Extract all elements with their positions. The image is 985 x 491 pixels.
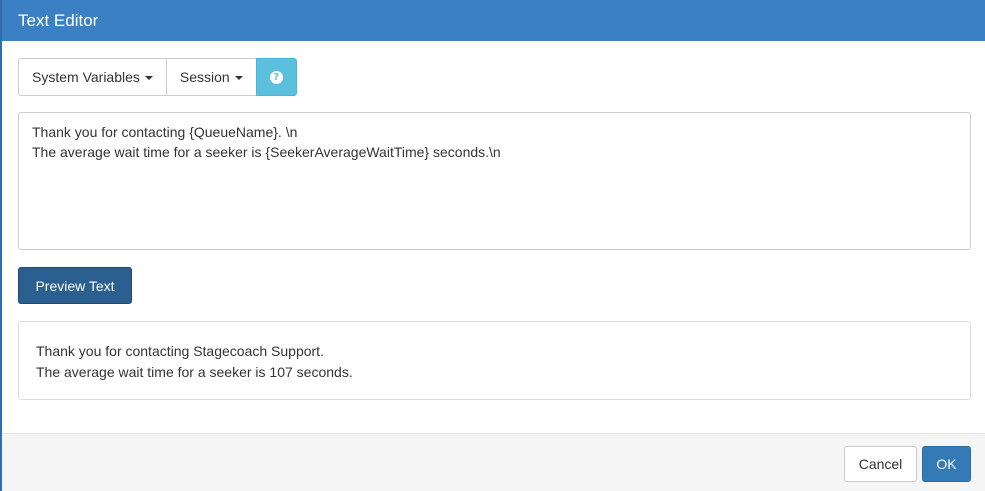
dialog-header: Text Editor xyxy=(2,0,985,41)
caret-down-icon xyxy=(234,76,243,80)
template-text-area[interactable]: Thank you for contacting {QueueName}. \n… xyxy=(18,112,971,250)
ok-button[interactable]: OK xyxy=(922,446,971,482)
dialog-title: Text Editor xyxy=(18,11,99,30)
dialog-footer: Cancel OK xyxy=(2,433,985,491)
session-dropdown[interactable]: Session xyxy=(165,58,257,96)
preview-text-button[interactable]: Preview Text xyxy=(18,267,132,304)
system-variables-label: System Variables xyxy=(32,69,140,85)
preview-output-panel: Thank you for contacting Stagecoach Supp… xyxy=(18,321,971,400)
preview-line-1: Thank you for contacting Stagecoach Supp… xyxy=(36,343,324,359)
variables-toolbar: System Variables Session ? xyxy=(18,58,297,96)
question-circle-icon: ? xyxy=(269,70,283,84)
session-label: Session xyxy=(179,69,230,85)
editor-line-1: Thank you for contacting {QueueName}. \n xyxy=(32,124,298,140)
cancel-button[interactable]: Cancel xyxy=(844,446,917,482)
editor-line-2: The average wait time for a seeker is {S… xyxy=(32,144,501,160)
caret-down-icon xyxy=(144,76,153,80)
help-button[interactable]: ? xyxy=(255,58,297,96)
text-editor-dialog: Text Editor System Variables Session ? T… xyxy=(0,0,985,491)
cancel-label: Cancel xyxy=(858,456,903,472)
ok-label: OK xyxy=(936,456,957,472)
preview-button-label: Preview Text xyxy=(35,277,115,294)
preview-line-2: The average wait time for a seeker is 10… xyxy=(36,364,353,380)
system-variables-dropdown[interactable]: System Variables xyxy=(18,58,167,96)
